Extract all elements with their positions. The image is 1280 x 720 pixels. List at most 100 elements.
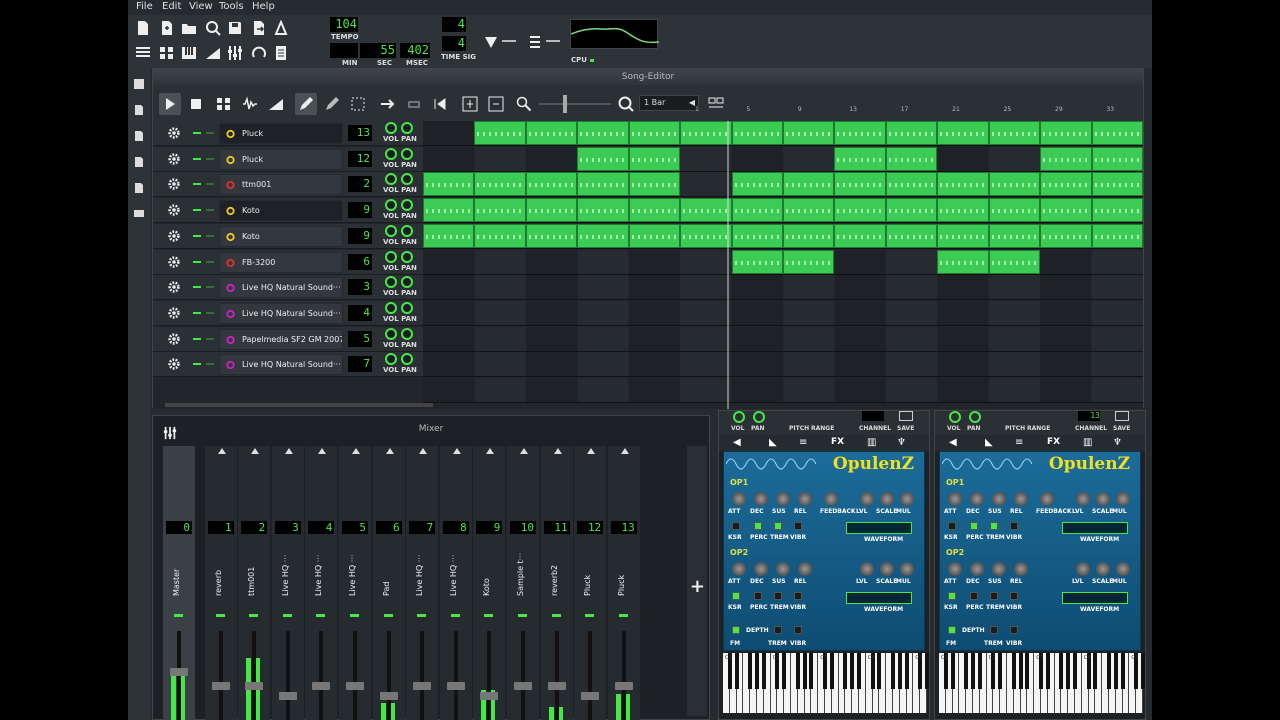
- mute-toggle[interactable]: [193, 209, 201, 212]
- fx-channel-number[interactable]: 4: [348, 304, 372, 321]
- track-name-button[interactable]: Live HQ Natural Sound···: [219, 354, 343, 376]
- send-arrow-icon[interactable]: [352, 448, 360, 454]
- playhead[interactable]: [727, 121, 729, 409]
- piano-black-key[interactable]: [802, 653, 807, 689]
- recent-projects-icon[interactable]: [204, 19, 222, 37]
- gear-icon[interactable]: [167, 332, 181, 346]
- channel-mute-led[interactable]: [585, 614, 595, 617]
- solo-toggle[interactable]: [206, 363, 214, 366]
- pattern-clip[interactable]: [1040, 198, 1092, 223]
- select-mode-button[interactable]: [347, 93, 369, 115]
- menu-edit[interactable]: Edit: [162, 1, 181, 12]
- op2-checkbox[interactable]: [732, 592, 740, 600]
- op1-knob[interactable]: [880, 492, 894, 506]
- channel-mute-led[interactable]: [282, 614, 292, 617]
- mixer-channel[interactable]: 9 Koto: [473, 446, 506, 720]
- op1-knob[interactable]: [860, 492, 874, 506]
- solo-toggle[interactable]: [206, 311, 214, 314]
- channel-mute-led[interactable]: [316, 614, 326, 617]
- piano-black-key[interactable]: [1045, 653, 1050, 689]
- horizontal-scrollbar[interactable]: [165, 403, 433, 407]
- track-name-button[interactable]: Live HQ Natural Sound···: [219, 302, 343, 324]
- depth-vibr-checkbox[interactable]: [1010, 626, 1018, 634]
- my-computer-icon[interactable]: [133, 208, 145, 220]
- piano-black-key[interactable]: [1141, 653, 1145, 689]
- pan-knob[interactable]: [401, 224, 413, 237]
- volume-knob[interactable]: [385, 250, 397, 263]
- pan-knob[interactable]: [401, 276, 413, 289]
- pattern-clip[interactable]: [680, 223, 732, 248]
- piano-black-key[interactable]: [891, 653, 895, 689]
- track-name-button[interactable]: Koto: [219, 225, 343, 247]
- piano-black-key[interactable]: [1059, 653, 1064, 689]
- pan-knob[interactable]: [401, 147, 413, 160]
- beat-editor-icon[interactable]: [158, 44, 176, 62]
- volume-knob[interactable]: [385, 173, 397, 186]
- fx-channel-number[interactable]: 6: [348, 253, 372, 270]
- solo-toggle[interactable]: [206, 157, 214, 160]
- depth-trem-checkbox[interactable]: [774, 626, 782, 634]
- mixer-channel[interactable]: 11 reverb2: [540, 446, 573, 720]
- op2-knob[interactable]: [1014, 562, 1028, 576]
- pan-knob[interactable]: [401, 250, 413, 263]
- op2-waveform-selector[interactable]: [1062, 592, 1128, 604]
- mixer-channel[interactable]: 5 Live HQ ···: [339, 446, 371, 720]
- pattern-clip[interactable]: [474, 198, 526, 223]
- pattern-clip[interactable]: [628, 198, 681, 223]
- gear-icon[interactable]: [167, 177, 181, 191]
- mute-toggle[interactable]: [193, 363, 201, 366]
- send-arrow-icon[interactable]: [452, 448, 461, 454]
- op1-knob[interactable]: [776, 492, 790, 506]
- op2-knob[interactable]: [776, 562, 790, 576]
- stop-button[interactable]: [185, 93, 207, 115]
- send-arrow-icon[interactable]: [251, 448, 260, 454]
- op1-checkbox[interactable]: [1010, 522, 1018, 530]
- tab-misc-icon[interactable]: ♆: [897, 437, 906, 448]
- pattern-clip[interactable]: [731, 249, 783, 274]
- piano-black-key[interactable]: [897, 653, 902, 689]
- proportional-snap-button[interactable]: [705, 93, 727, 115]
- op1-knob[interactable]: [1040, 492, 1054, 506]
- op1-waveform-selector[interactable]: [1062, 522, 1128, 534]
- op2-checkbox[interactable]: [754, 592, 762, 600]
- pattern-clip[interactable]: [628, 146, 681, 171]
- mixer-channel[interactable]: 13 Pluck: [607, 446, 640, 720]
- channel-fader[interactable]: [312, 682, 331, 690]
- tab-plugin-icon[interactable]: ◀: [733, 437, 741, 448]
- op1-knob[interactable]: [948, 492, 962, 506]
- pattern-clip[interactable]: [937, 249, 989, 274]
- pattern-clip[interactable]: [474, 172, 526, 197]
- send-arrow-icon[interactable]: [587, 448, 596, 454]
- op1-checkbox[interactable]: [754, 522, 762, 530]
- mute-toggle[interactable]: [193, 311, 201, 314]
- master-pitch-slider[interactable]: [546, 40, 560, 42]
- master-volume-slider[interactable]: [502, 40, 516, 42]
- piano-black-key[interactable]: [1018, 653, 1023, 689]
- piano-black-key[interactable]: [809, 653, 814, 689]
- send-arrow-icon[interactable]: [284, 448, 293, 454]
- fx-channel-number[interactable]: 2: [348, 176, 372, 193]
- op2-checkbox[interactable]: [990, 592, 998, 600]
- pattern-clip[interactable]: [1040, 121, 1092, 145]
- piano-black-key[interactable]: [925, 653, 929, 689]
- pattern-clip[interactable]: [474, 223, 526, 248]
- track-name-button[interactable]: Pluck: [219, 123, 343, 144]
- channel-mute-led[interactable]: [551, 614, 561, 617]
- piano-black-key[interactable]: [843, 653, 848, 689]
- play-button[interactable]: [159, 93, 181, 115]
- pattern-clip[interactable]: [1091, 121, 1143, 145]
- track-name-button[interactable]: Papelmedia SF2 GM 2007: [219, 328, 343, 350]
- pattern-clip[interactable]: [783, 223, 835, 248]
- volume-knob[interactable]: [385, 122, 397, 134]
- pan-knob[interactable]: [401, 173, 413, 186]
- piano-black-key[interactable]: [829, 653, 834, 689]
- fx-channel-number[interactable]: 5: [348, 330, 372, 347]
- my-projects-icon[interactable]: [133, 104, 145, 116]
- project-notes-icon[interactable]: [272, 44, 290, 62]
- channel-mute-led[interactable]: [249, 614, 259, 617]
- op2-checkbox[interactable]: [970, 592, 978, 600]
- channel-fader[interactable]: [614, 682, 633, 690]
- mixer-channel[interactable]: 7 Live HQ ···: [406, 446, 439, 720]
- op2-knob[interactable]: [860, 562, 874, 576]
- tab-fx[interactable]: FX: [831, 437, 844, 447]
